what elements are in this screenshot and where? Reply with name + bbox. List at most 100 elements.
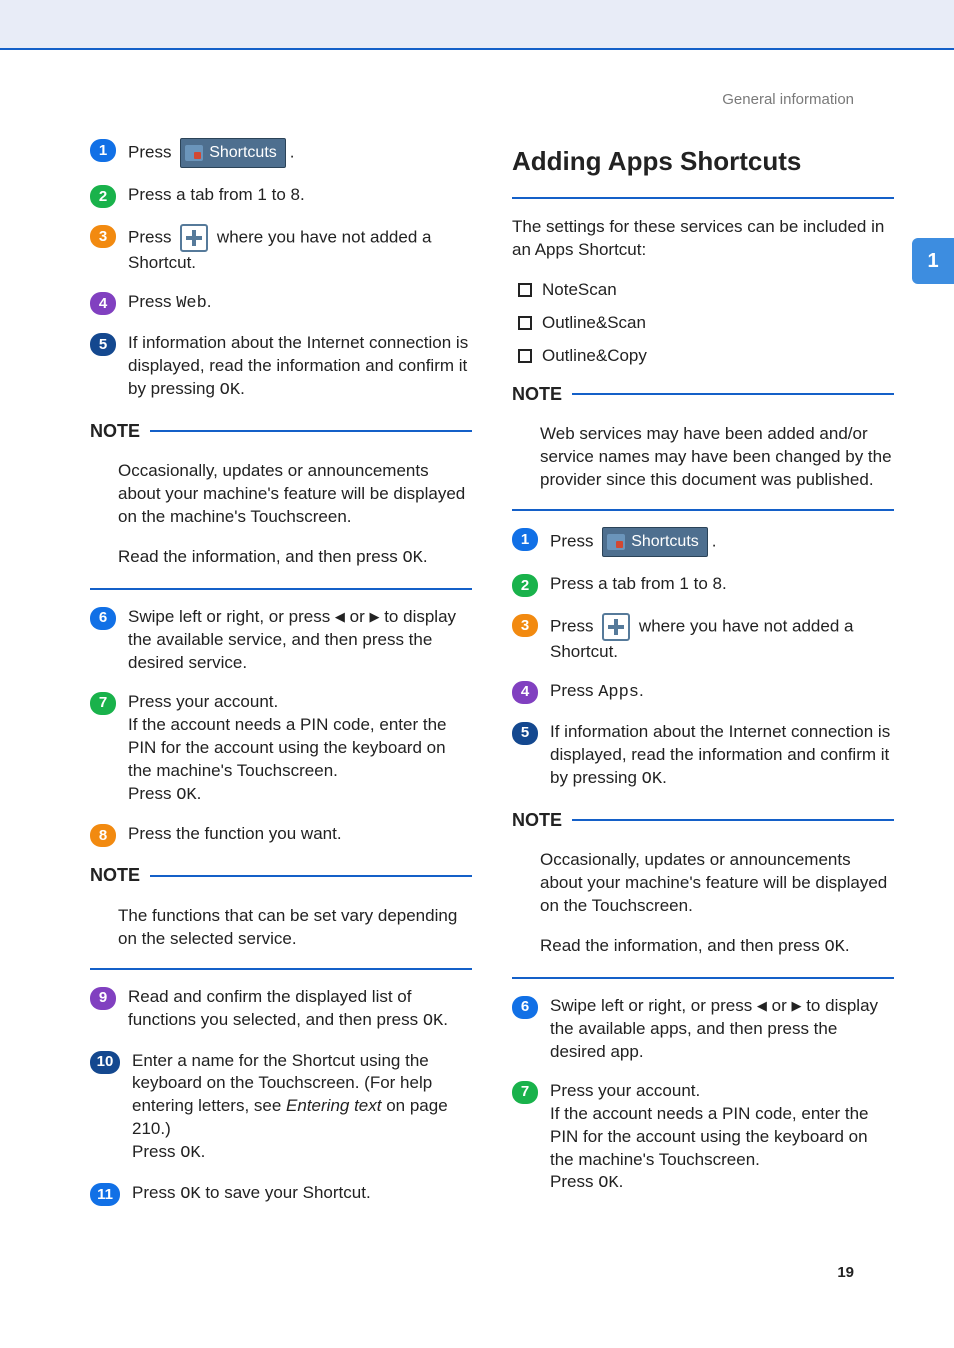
text: Press a tab from 1 to 8. — [550, 573, 894, 596]
text: Swipe left or right, or press — [128, 607, 335, 626]
note-title: NOTE — [90, 419, 140, 443]
step-badge: 4 — [90, 292, 116, 315]
left-column: 1 Press Shortcuts . 2 Press a tab from 1… — [90, 138, 472, 1223]
shortcuts-button-icon: Shortcuts — [180, 138, 286, 168]
step-5: 5 If information about the Internet conn… — [90, 332, 472, 403]
step-badge: 11 — [90, 1183, 120, 1206]
right-arrow-icon: ▶ — [791, 998, 801, 1013]
note-rule — [572, 393, 894, 395]
note-heading: NOTE — [512, 382, 894, 406]
text: . — [423, 547, 428, 566]
step-badge: 1 — [90, 139, 116, 162]
step-1: 1 Press Shortcuts . — [90, 138, 472, 168]
left-arrow-icon: ◀ — [335, 609, 345, 624]
mono-text: OK — [642, 770, 662, 789]
step-4: 4 Press Web. — [90, 291, 472, 316]
left-arrow-icon: ◀ — [757, 998, 767, 1013]
mono-text: OK — [598, 1174, 618, 1193]
step-badge: 5 — [90, 333, 116, 356]
step-badge: 2 — [512, 574, 538, 597]
text: If the account needs a PIN code, enter t… — [128, 715, 446, 780]
text: Press — [132, 1183, 180, 1202]
mono-text: Web — [176, 294, 207, 313]
shortcuts-label: Shortcuts — [631, 531, 699, 553]
step-badge: 8 — [90, 824, 116, 847]
step-badge: 1 — [512, 528, 538, 551]
text: . — [201, 1142, 206, 1161]
note-text: Read the information, and then press — [540, 936, 824, 955]
note-text: The functions that can be set vary depen… — [118, 905, 472, 951]
step-6: 6 Swipe left or right, or press ◀ or ▶ t… — [512, 995, 894, 1064]
list-item: NoteScan — [518, 279, 894, 302]
text: Press your account. — [128, 692, 278, 711]
text: or — [767, 996, 792, 1015]
text: Press — [128, 228, 176, 247]
mono-text: Apps — [598, 683, 639, 702]
list-item: Outline&Scan — [518, 312, 894, 335]
text: Press — [550, 1172, 598, 1191]
text: Read and confirm the displayed list of f… — [128, 987, 423, 1029]
step-badge: 7 — [512, 1081, 538, 1104]
text: . — [443, 1010, 448, 1029]
text: Press a tab from 1 to 8. — [128, 184, 472, 207]
step-5: 5 If information about the Internet conn… — [512, 721, 894, 792]
mono-text: OK — [824, 938, 844, 957]
section-rule — [512, 197, 894, 199]
shortcuts-icon — [185, 145, 203, 161]
plus-icon — [602, 613, 630, 641]
note-title: NOTE — [90, 863, 140, 887]
right-column: Adding Apps Shortcuts The settings for t… — [512, 138, 894, 1223]
step-3: 3 Press where you have not added a Short… — [512, 613, 894, 664]
shortcuts-label: Shortcuts — [209, 142, 277, 164]
note-rule — [150, 875, 472, 877]
step-badge: 7 — [90, 692, 116, 715]
step-badge: 10 — [90, 1051, 120, 1074]
text: If information about the Internet connec… — [128, 333, 468, 398]
step-6: 6 Swipe left or right, or press ◀ or ▶ t… — [90, 606, 472, 675]
step-7: 7 Press your account. If the account nee… — [90, 691, 472, 808]
note-text: Web services may have been added and/or … — [540, 423, 894, 492]
mono-text: OK — [423, 1012, 443, 1031]
mono-text: OK — [180, 1185, 200, 1204]
mono-text: OK — [176, 786, 196, 805]
step-11: 11 Press OK to save your Shortcut. — [90, 1182, 472, 1207]
shortcuts-button-icon: Shortcuts — [602, 527, 708, 557]
step-badge: 4 — [512, 681, 538, 704]
header-running-title: General information — [90, 90, 894, 110]
text: . — [662, 768, 667, 787]
text: Outline&Copy — [542, 345, 647, 368]
square-bullet-icon — [518, 283, 532, 297]
mono-text: OK — [220, 381, 240, 400]
step-2: 2 Press a tab from 1 to 8. — [512, 573, 894, 597]
note-heading: NOTE — [512, 808, 894, 832]
note-heading: NOTE — [90, 419, 472, 443]
note-rule — [512, 977, 894, 979]
step-badge: 3 — [512, 614, 538, 637]
bullet-list: NoteScan Outline&Scan Outline&Copy — [518, 279, 894, 368]
step-1: 1 Press Shortcuts . — [512, 527, 894, 557]
step-badge: 9 — [90, 987, 116, 1010]
text: or — [345, 607, 370, 626]
side-chapter-tab: 1 — [912, 238, 954, 284]
text: If information about the Internet connec… — [550, 722, 890, 787]
text: Press — [550, 617, 598, 636]
step-badge: 2 — [90, 185, 116, 208]
right-arrow-icon: ▶ — [369, 609, 379, 624]
page-number: 19 — [90, 1263, 894, 1283]
note-rule — [90, 968, 472, 970]
step-3: 3 Press where you have not added a Short… — [90, 224, 472, 275]
step-9: 9 Read and confirm the displayed list of… — [90, 986, 472, 1034]
text: . — [197, 784, 202, 803]
step-badge: 3 — [90, 225, 116, 248]
link-text[interactable]: Entering text — [286, 1096, 381, 1115]
note-title: NOTE — [512, 808, 562, 832]
header-strip — [0, 0, 954, 50]
note-rule — [512, 509, 894, 511]
step-2: 2 Press a tab from 1 to 8. — [90, 184, 472, 208]
step-7: 7 Press your account. If the account nee… — [512, 1080, 894, 1197]
step-badge: 6 — [90, 607, 116, 630]
note-rule — [572, 819, 894, 821]
text: Press your account. — [550, 1081, 700, 1100]
step-8: 8 Press the function you want. — [90, 823, 472, 847]
shortcuts-icon — [607, 534, 625, 550]
